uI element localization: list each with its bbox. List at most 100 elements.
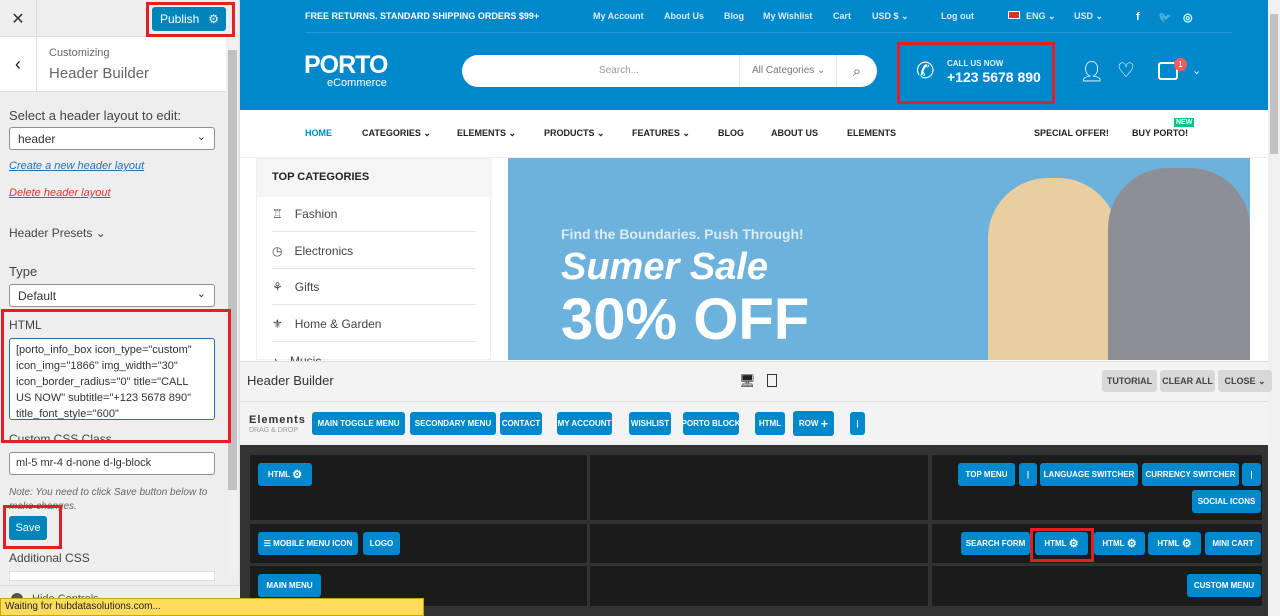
clear-all-button[interactable]: CLEAR ALL [1160,370,1215,392]
layout-select[interactable]: header ⌄ [9,127,215,150]
nav-blog[interactable]: BLOG [718,128,744,138]
search-icon[interactable]: ⌕ [836,55,877,87]
category-item[interactable]: ⚘ Gifts [272,269,476,305]
element-divider[interactable]: | [850,412,865,435]
language-dropdown[interactable]: ENG ⌄ [1008,11,1056,22]
tablet-icon[interactable] [767,374,777,387]
block-custom-menu[interactable]: CUSTOM MENU [1187,574,1261,597]
currency-switcher[interactable]: USD ⌄ [1074,11,1103,22]
top-link-cart[interactable]: Cart [833,11,851,21]
gear-icon[interactable]: ⚙ [1182,537,1192,550]
block-main-menu[interactable]: MAIN MENU [258,574,321,597]
block-html[interactable]: HTML ⚙ [1094,532,1145,555]
top-link-about-us[interactable]: About Us [664,11,704,21]
nav-label: PRODUCTS [544,128,595,138]
category-item[interactable]: ⚜ Home & Garden [272,306,476,342]
category-item[interactable]: ◷ Electronics [272,233,476,269]
dress-icon: ♖ [272,206,283,221]
gear-icon[interactable]: ⚙ [292,468,302,481]
nav-about-us[interactable]: ABOUT US [771,128,818,138]
nav-categories[interactable]: CATEGORIES ⌄ [362,128,431,139]
nav-elements[interactable]: ELEMENTS ⌄ [457,128,516,139]
banner-offer: 30% OFF [561,287,810,352]
block-mini-cart[interactable]: MINI CART [1205,532,1261,555]
block-html[interactable]: HTML ⚙ [258,463,312,486]
nav-products[interactable]: PRODUCTS ⌄ [544,128,605,139]
top-link-blog[interactable]: Blog [724,11,744,21]
block-mobile-menu-icon[interactable]: ☰ MOBILE MENU ICON [258,532,358,555]
highlight-box [146,2,235,37]
block-label: HTML [267,470,291,479]
chevron-down-icon[interactable]: ⌄ [1192,64,1201,77]
new-badge: NEW [1174,118,1195,127]
block-divider[interactable]: | [1242,463,1261,486]
hero-banner[interactable]: Find the Boundaries. Push Through! Sumer… [508,158,1250,360]
block-logo[interactable]: LOGO [363,532,400,555]
nav-special-offer[interactable]: SPECIAL OFFER! [1034,128,1109,138]
element-my-account[interactable]: MY ACCOUNT [557,412,612,435]
element-contact[interactable]: CONTACT [500,412,542,435]
top-link-wishlist[interactable]: My Wishlist [763,11,812,21]
element-porto-block[interactable]: PORTO BLOCK [682,412,740,435]
block-currency-switcher[interactable]: CURRENCY SWITCHER [1142,463,1239,486]
row1-center-cell[interactable] [590,455,928,520]
chevron-down-icon: ⌄ [196,288,206,300]
user-icon[interactable]: 👤︎ [1079,59,1104,84]
element-row[interactable]: ROW + [793,411,834,436]
logo[interactable]: PORTO [304,51,388,80]
search-input[interactable]: Search... [599,65,639,76]
block-social-icons[interactable]: SOCIAL ICONS [1192,490,1261,513]
additional-css-editor[interactable] [9,571,215,581]
block-search-form[interactable]: SEARCH FORM [961,532,1030,555]
element-main-toggle-menu[interactable]: MAIN TOGGLE MENU [312,412,405,435]
customizer-header: ✕ Publish ⚙ [0,0,240,37]
block-language-switcher[interactable]: LANGUAGE SWITCHER [1040,463,1138,486]
row3-center-cell[interactable] [590,566,928,606]
delete-layout-link[interactable]: Delete header layout [9,187,111,199]
twitter-icon[interactable]: 🐦 [1158,11,1172,24]
currency-dropdown[interactable]: USD $ ⌄ [872,11,909,22]
instagram-icon[interactable]: ◎ [1183,11,1193,24]
presets-label: Header Presets [9,226,93,240]
element-secondary-menu[interactable]: SECONDARY MENU [410,412,496,435]
back-arrow-icon[interactable]: ‹ [0,37,37,92]
type-label: Type [9,264,38,279]
highlight-box [1,309,231,443]
block-divider[interactable]: | [1019,463,1037,486]
currency-switcher-label: USD [1074,11,1094,21]
heart-icon[interactable]: ♡ [1117,58,1135,83]
plant-icon: ⚜ [272,316,283,331]
desktop-icon[interactable]: 🖥︎ [739,373,756,389]
type-value: Default [18,289,57,303]
type-select[interactable]: Default ⌄ [9,284,215,307]
css-class-input[interactable]: ml-5 mr-4 d-none d-lg-block [9,452,215,475]
nav-buy-porto[interactable]: BUY PORTO! [1132,128,1188,138]
facebook-icon[interactable]: f [1136,11,1140,23]
category-select[interactable]: All Categories ⌄ [739,55,837,87]
presets-toggle[interactable]: Header Presets ⌄ [9,226,106,240]
tutorial-button[interactable]: TUTORIAL [1102,370,1157,392]
preview-scrollbar[interactable] [1268,0,1280,616]
category-label: Home & Garden [294,316,382,331]
top-link-my-account[interactable]: My Account [593,11,644,21]
element-wishlist[interactable]: WISHLIST [629,412,671,435]
block-top-menu[interactable]: TOP MENU [958,463,1015,486]
nav-home[interactable]: HOME [305,128,332,138]
element-html[interactable]: HTML [755,412,785,435]
banner-image-man [1108,168,1250,360]
category-item[interactable]: ♖ Fashion [272,196,476,232]
topbar-text: FREE RETURNS. STANDARD SHIPPING ORDERS $… [305,11,540,21]
create-layout-link[interactable]: Create a new header layout [9,160,144,172]
flag-icon [1008,11,1020,19]
banner-image-woman [988,178,1118,360]
scrollbar[interactable] [227,40,238,575]
nav-features[interactable]: FEATURES ⌄ [632,128,690,139]
gear-icon[interactable]: ⚙ [1127,537,1137,550]
row2-center-cell[interactable] [590,524,928,563]
close-builder-button[interactable]: CLOSE ⌄ [1218,370,1272,392]
block-html[interactable]: HTML ⚙ [1148,532,1201,555]
nav-elements-2[interactable]: ELEMENTS [847,128,896,138]
close-icon[interactable]: ✕ [0,0,37,37]
top-link-logout[interactable]: Log out [941,11,974,21]
additional-css-label: Additional CSS [9,551,90,565]
